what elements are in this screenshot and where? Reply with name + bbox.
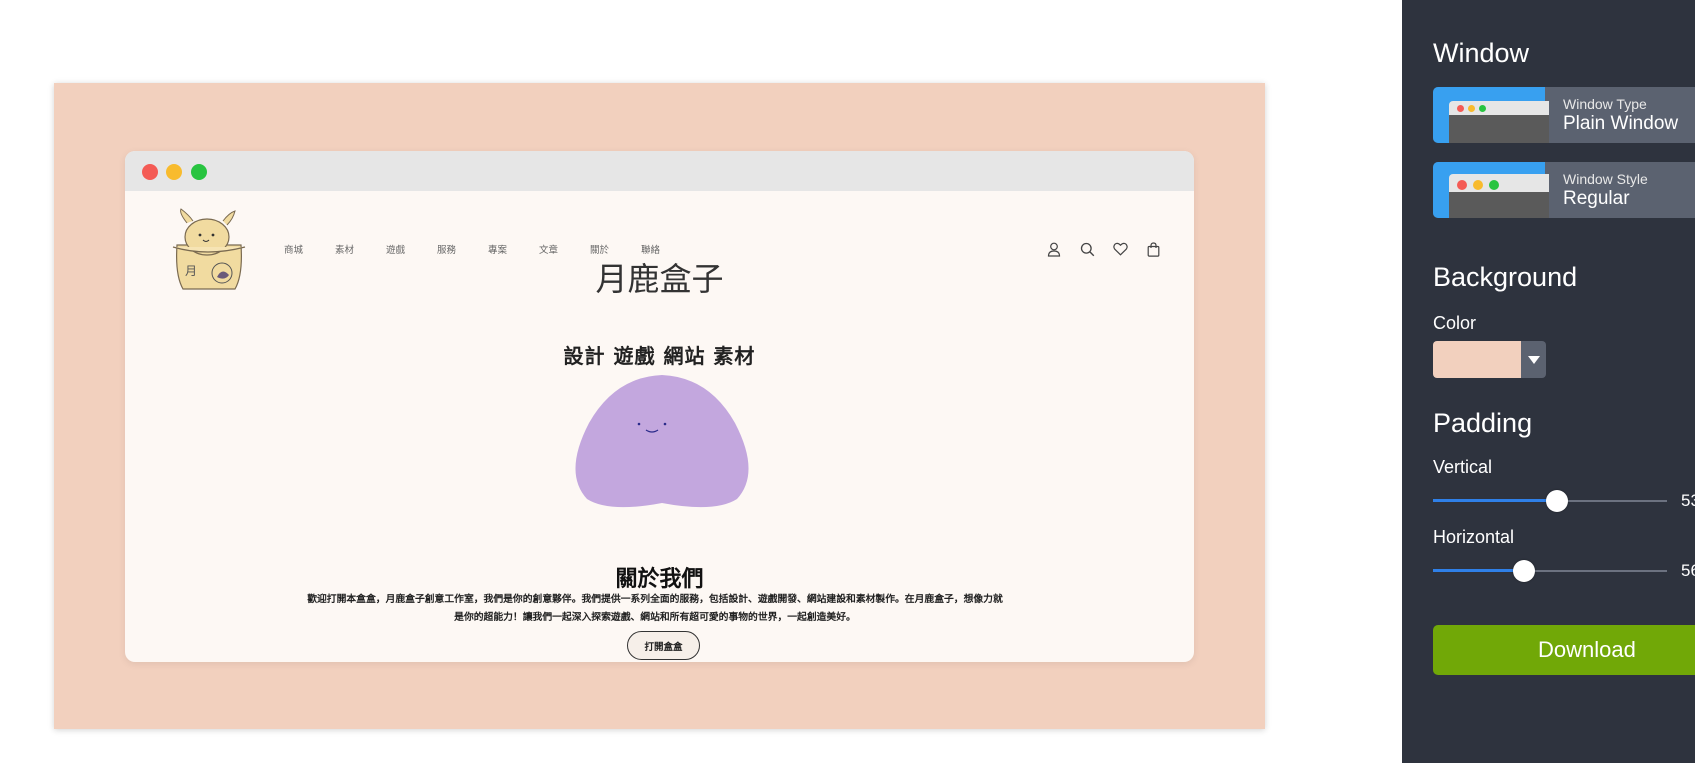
window-type-label: Window Type	[1563, 96, 1647, 112]
color-label: Color	[1433, 313, 1477, 333]
screenshot-canvas: 月 商城 素材 遊戲 服務 專案 文章 關於 聯絡 月鹿盒子 設計 遊戲 網站 …	[54, 83, 1265, 729]
padding-heading: Padding	[1433, 408, 1533, 438]
window-style-thumbnail	[1433, 162, 1549, 218]
open-box-button[interactable]: 打開盒盒	[627, 631, 700, 660]
window-style-value: Regular	[1563, 188, 1630, 209]
color-swatch	[1433, 341, 1521, 378]
maximize-dot	[191, 164, 207, 180]
close-dot	[142, 164, 158, 180]
download-button[interactable]: Download	[1433, 625, 1695, 675]
mascot-blob	[575, 375, 749, 508]
settings-panel: Window Window Type Plain Window Window S…	[1402, 0, 1695, 763]
minimize-dot	[166, 164, 182, 180]
about-text-line: 歡迎打開本盒盒，月鹿盒子創意工作室，我們是你的創意夥伴。我們提供一系列全面的服務…	[307, 594, 1003, 605]
background-heading: Background	[1433, 262, 1578, 292]
vertical-label: Vertical	[1433, 457, 1493, 477]
chevron-down-icon[interactable]	[1521, 341, 1546, 378]
mock-browser-window: 月 商城 素材 遊戲 服務 專案 文章 關於 聯絡 月鹿盒子 設計 遊戲 網站 …	[125, 151, 1194, 662]
about-text-line: 是你的超能力！讓我們一起深入探索遊戲、網站和所有超可愛的事物的世界，一起創造美好…	[454, 612, 856, 623]
window-type-card[interactable]: Window Type Plain Window	[1433, 87, 1695, 143]
vertical-value: 53	[1681, 491, 1695, 510]
horizontal-value: 56	[1681, 561, 1695, 580]
window-style-card[interactable]: Window Style Regular	[1433, 162, 1695, 218]
horizontal-label: Horizontal	[1433, 527, 1515, 547]
vertical-padding-slider[interactable]	[1433, 489, 1667, 513]
site-title: 月鹿盒子	[595, 260, 724, 298]
window-style-label: Window Style	[1563, 171, 1648, 187]
window-titlebar	[125, 151, 1194, 191]
about-paragraph: 歡迎打開本盒盒，月鹿盒子創意工作室，我們是你的創意夥伴。我們提供一系列全面的服務…	[275, 591, 1035, 627]
slider-thumb[interactable]	[1513, 560, 1536, 582]
site-subtitle: 設計 遊戲 網站 素材	[563, 344, 756, 368]
slider-fill	[1433, 499, 1558, 502]
horizontal-padding-slider[interactable]	[1433, 559, 1667, 583]
color-picker[interactable]	[1433, 341, 1546, 378]
window-type-value: Plain Window	[1563, 113, 1679, 134]
slider-fill	[1433, 569, 1525, 572]
window-heading: Window	[1433, 38, 1530, 68]
window-type-thumbnail	[1433, 87, 1549, 143]
about-heading: 關於我們	[615, 567, 704, 592]
slider-thumb[interactable]	[1546, 490, 1569, 512]
